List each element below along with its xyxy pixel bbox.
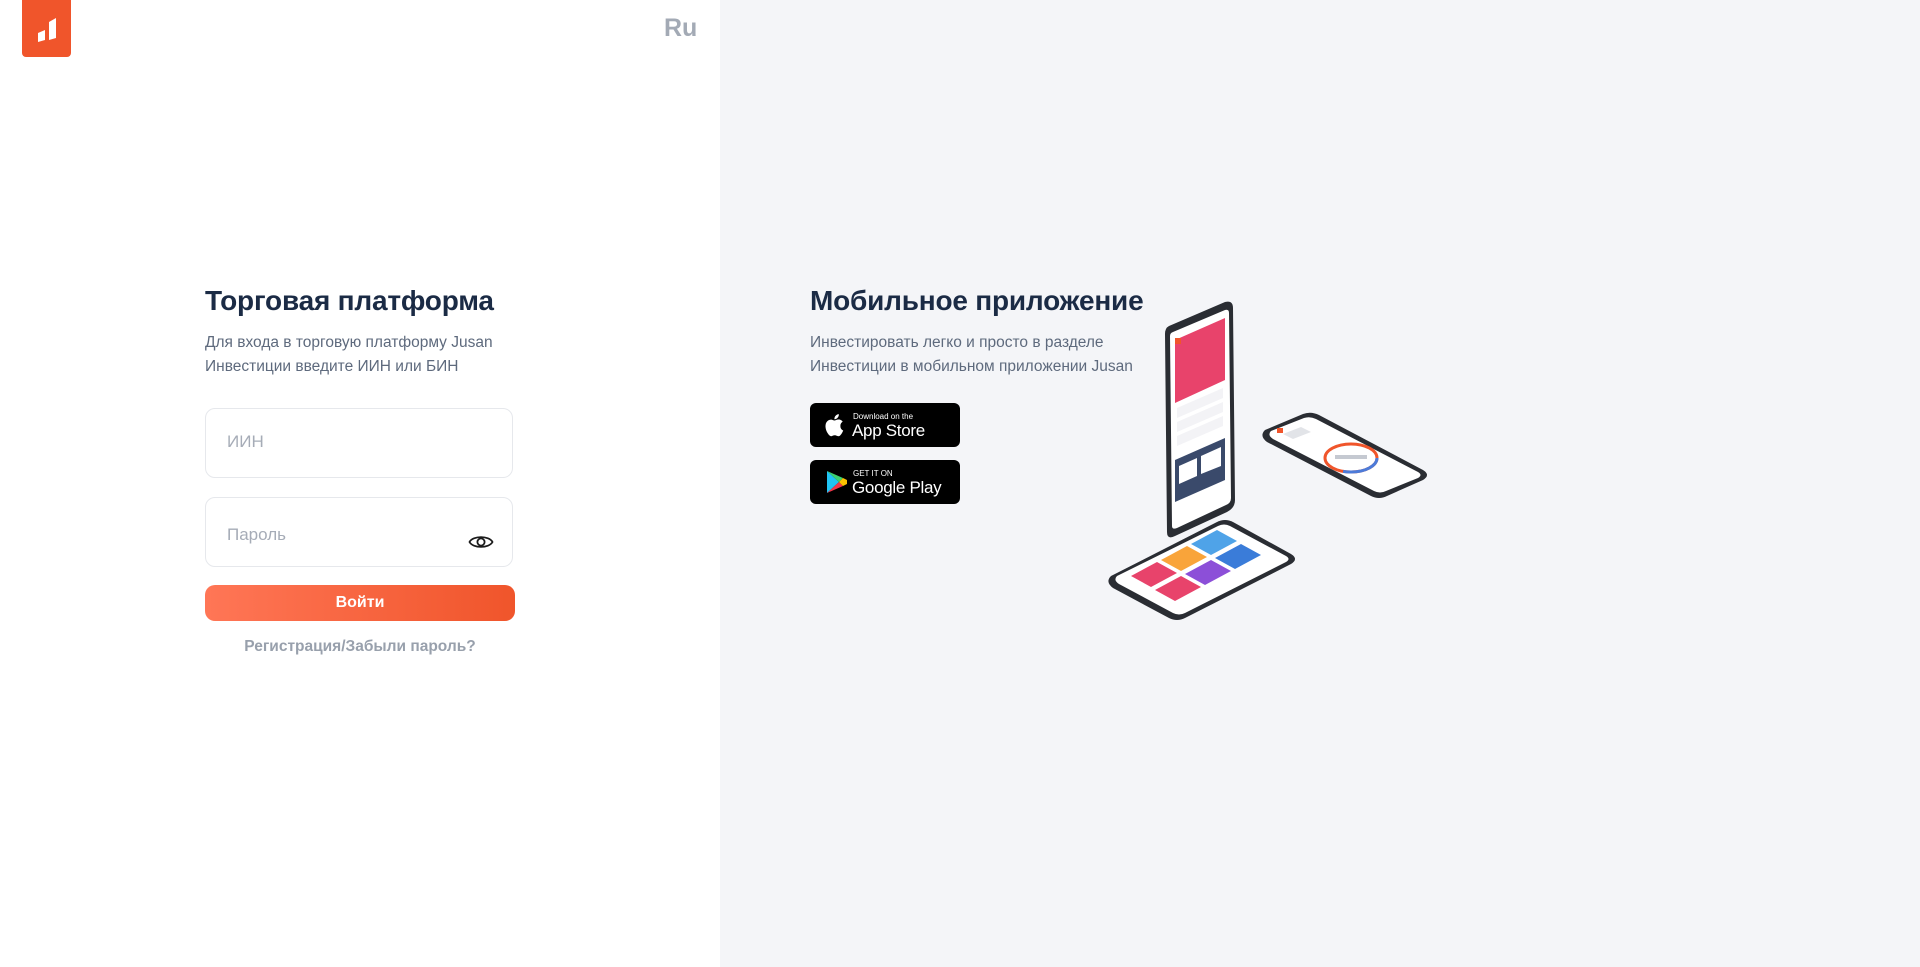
phone-bottom	[1108, 520, 1295, 620]
login-title: Торговая платформа	[205, 285, 494, 316]
mobile-app-illustration	[1105, 300, 1505, 645]
login-description: Для входа в торговую платформу Jusan Инв…	[205, 331, 517, 379]
iin-input[interactable]	[225, 431, 469, 453]
register-forgot-link[interactable]: Регистрация/Забыли пароль?	[205, 638, 515, 656]
jusan-logo-icon[interactable]	[22, 0, 71, 57]
login-button[interactable]: Войти	[205, 585, 515, 621]
app-store-big-text: App Store	[852, 421, 925, 440]
login-intro: Торговая платформа Для входа в торговую …	[205, 283, 517, 379]
apple-icon	[824, 413, 844, 442]
login-page: Ru Торговая платформа Для входа в торгов…	[0, 0, 1920, 967]
app-store-button[interactable]: Download on the App Store	[810, 403, 960, 447]
phone-right	[1262, 412, 1427, 498]
password-field[interactable]	[205, 497, 513, 567]
google-play-button[interactable]: GET IT ON Google Play	[810, 460, 960, 504]
iin-field[interactable]	[205, 408, 513, 478]
login-description-line1: Для входа в торговую платформу Jusan	[205, 334, 493, 351]
password-input[interactable]	[225, 524, 469, 546]
app-store-small-text: Download on the	[853, 412, 914, 421]
google-play-big-text: Google Play	[852, 478, 942, 497]
google-play-icon	[826, 470, 848, 499]
login-description-line2: Инвестиции введите ИИН или БИН	[205, 358, 459, 375]
language-switch[interactable]: Ru	[664, 14, 697, 43]
phone-standing	[1165, 301, 1235, 538]
google-play-small-text: GET IT ON	[853, 469, 893, 478]
eye-icon[interactable]	[468, 533, 494, 551]
